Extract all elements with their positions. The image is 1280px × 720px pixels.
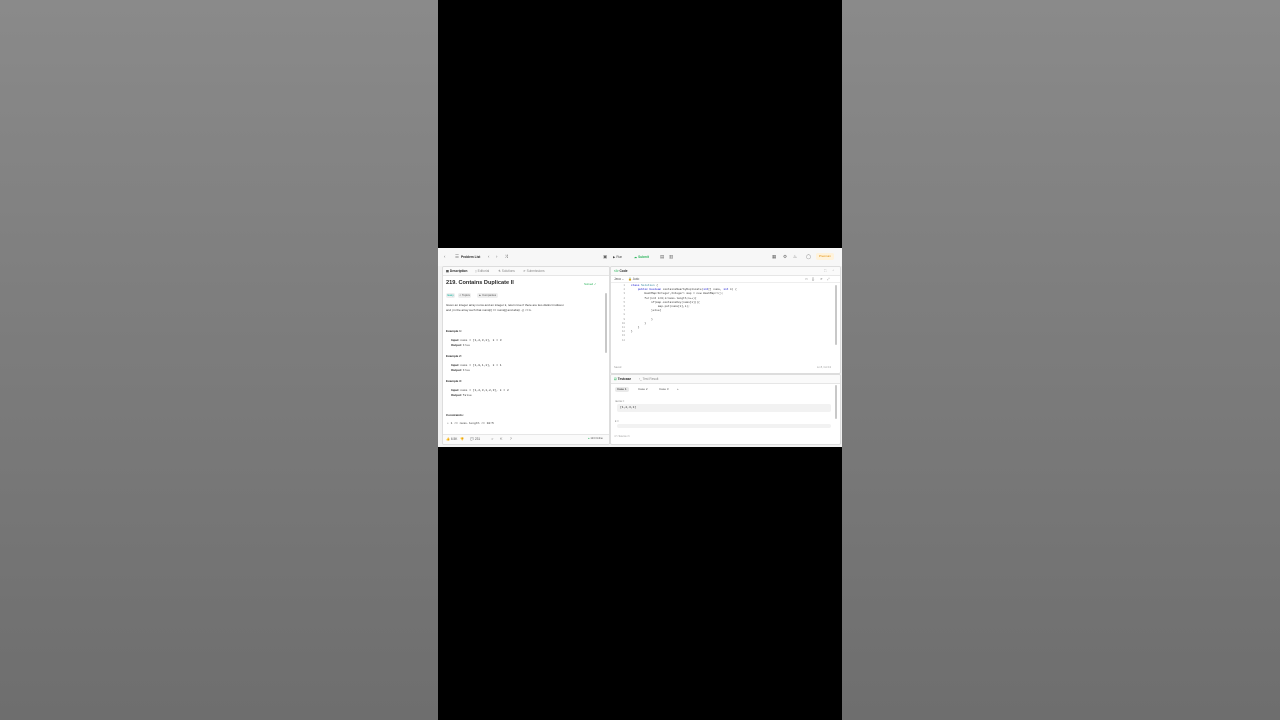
top-bar: ‹ ☰ Problem List ‹ › ⤨ ▣ ▶ Run ☁ Submit …	[438, 248, 842, 266]
avatar-icon[interactable]: ◯	[806, 253, 811, 261]
problem-title: 219. Contains Duplicate II	[446, 280, 514, 286]
example-3-heading: Example 3:	[446, 379, 462, 383]
run-label: Run	[616, 255, 623, 259]
constraint-1: • 1 <= nums.length <= 10^5	[447, 422, 494, 425]
thumbs-up-icon: 👍	[446, 437, 450, 441]
braces-icon[interactable]: {}	[812, 277, 814, 281]
nums-input[interactable]: [1,2,3,1]	[617, 404, 831, 412]
case-3-tab[interactable]: Case 3	[657, 387, 671, 392]
case-1-tab[interactable]: Case 1	[615, 387, 629, 392]
topics-chip[interactable]: ⌂ Topics	[458, 293, 472, 298]
like-button[interactable]: 👍 6.5K	[446, 437, 457, 441]
bracket-icon: ⊡	[627, 435, 630, 438]
description-footer: 👍 6.5K 👎 💬 231 ☆ ⇱ ? ● 123 Online	[443, 434, 609, 444]
online-count: ● 123 Online	[588, 437, 603, 440]
problem-description-line1: Given an integer array nums and an integ…	[446, 303, 565, 307]
case-2-tab[interactable]: Case 2	[636, 387, 650, 392]
settings-gear-icon[interactable]: ⚙	[783, 253, 787, 261]
code-brackets-icon: </>	[614, 435, 618, 438]
help-icon[interactable]: ?	[510, 437, 512, 441]
example-2-heading: Example 2:	[446, 354, 462, 358]
language-select[interactable]: Java ⌄	[614, 277, 624, 281]
streak-fire-icon[interactable]: ♨	[793, 253, 797, 261]
left-tabs: ▤ Description ▯ Editorial ⚗ Solutions ↺ …	[443, 267, 609, 276]
reset-icon[interactable]: ↺	[820, 277, 823, 281]
example-1-output: Output: true	[451, 343, 470, 347]
nums-label: nums =	[615, 399, 625, 403]
grid-layout-icon[interactable]: ▦	[772, 253, 776, 261]
book-icon: ▯	[475, 269, 477, 273]
tab-submissions[interactable]: ↺ Submissions	[523, 269, 545, 273]
tag-icon: ⌂	[459, 293, 462, 297]
run-button[interactable]: ▶ Run	[613, 253, 622, 261]
source-link[interactable]: </> Source ⊡	[614, 435, 630, 438]
k-input[interactable]	[617, 424, 831, 428]
maximize-icon[interactable]: ⛶	[824, 269, 826, 273]
comment-icon: 💬	[470, 437, 474, 441]
add-case-button[interactable]: +	[675, 387, 681, 392]
problem-list-link[interactable]: Problem List	[461, 253, 480, 261]
example-1-input: Input: nums = [1,2,3,1], k = 3	[451, 338, 502, 342]
check-icon: ✓	[594, 282, 597, 286]
description-scrollbar[interactable]	[605, 293, 607, 353]
example-2-output: Output: true	[451, 368, 470, 372]
share-icon[interactable]: ⇱	[500, 437, 503, 441]
tab-code[interactable]: </> Code	[614, 269, 627, 273]
testcase-scrollbar[interactable]	[835, 385, 837, 419]
leetcode-screenshot: ‹ ☰ Problem List ‹ › ⤨ ▣ ▶ Run ☁ Submit …	[438, 248, 842, 447]
constraints-heading: Constraints:	[446, 413, 464, 417]
layout-icon[interactable]: ▥	[669, 253, 673, 261]
fullscreen-icon[interactable]: ⤢	[827, 277, 830, 281]
difficulty-chip[interactable]: Easy	[446, 293, 456, 298]
back-chevron-icon[interactable]: ‹	[444, 253, 445, 261]
code-panel: </> Code ⛶ ⌃ Java ⌄ 🔒 Auto ▭ {} ↺ ⤢ 1 cla…	[610, 266, 841, 374]
lock-icon: 🔒	[628, 276, 632, 281]
solved-badge: Solved ✓	[584, 282, 597, 286]
example-3-output: Output: false	[451, 393, 472, 397]
debug-icon[interactable]: ▣	[603, 253, 607, 261]
history-icon: ↺	[523, 269, 526, 273]
example-1-heading: Example 1:	[446, 329, 462, 333]
code-scrollbar[interactable]	[835, 285, 837, 345]
comments-button[interactable]: 💬 231	[470, 437, 480, 441]
dislike-icon[interactable]: 👎	[460, 437, 464, 441]
companies-chip[interactable]: ▲ Companies	[477, 293, 498, 298]
tab-description[interactable]: ▤ Description	[446, 269, 467, 273]
submit-label: Submit	[638, 255, 649, 259]
list-icon[interactable]: ☰	[455, 253, 459, 261]
tab-testcase[interactable]: ☑ Testcase	[614, 377, 631, 381]
bookmark-icon[interactable]: ▭	[805, 277, 808, 281]
cursor-position: Ln 8, Col 13	[817, 366, 831, 369]
testcase-panel: ☑ Testcase ›_ Test Result Case 1 Case 2 …	[610, 374, 841, 445]
code-brackets-icon: </>	[614, 269, 619, 273]
collapse-icon[interactable]: ⌃	[832, 269, 835, 273]
saved-status: Saved	[614, 366, 622, 369]
example-3-input: Input: nums = [1,2,3,1,2,3], k = 2	[451, 388, 509, 392]
notes-icon[interactable]: ▤	[660, 253, 664, 261]
description-icon: ▤	[446, 269, 450, 273]
description-panel: ▤ Description ▯ Editorial ⚗ Solutions ↺ …	[442, 266, 610, 445]
flask-icon: ⚗	[498, 269, 501, 273]
lock-icon: ▲	[478, 293, 482, 297]
next-problem-icon[interactable]: ›	[496, 253, 497, 261]
k-label: k =	[615, 419, 619, 423]
chevron-down-icon: ⌄	[621, 276, 625, 281]
tab-test-result[interactable]: ›_ Test Result	[639, 377, 658, 381]
test-tabs: ☑ Testcase ›_ Test Result	[611, 375, 840, 384]
shuffle-icon[interactable]: ⤨	[504, 253, 508, 261]
prev-problem-icon[interactable]: ‹	[488, 253, 489, 261]
cloud-upload-icon: ☁	[634, 255, 638, 259]
editor-toolbar: Java ⌄ 🔒 Auto ▭ {} ↺ ⤢	[611, 275, 840, 283]
tab-solutions[interactable]: ⚗ Solutions	[498, 269, 515, 273]
submit-button[interactable]: ☁ Submit	[634, 253, 649, 261]
auto-toggle[interactable]: 🔒 Auto	[628, 277, 639, 281]
terminal-icon: ›_	[639, 377, 642, 381]
premium-badge[interactable]: Premium	[816, 253, 835, 260]
star-icon[interactable]: ☆	[491, 437, 494, 441]
tab-editorial[interactable]: ▯ Editorial	[475, 269, 489, 273]
checkbox-icon: ☑	[614, 377, 617, 381]
code-editor[interactable]: 1 class Solution { 2 public boolean conta…	[611, 283, 840, 365]
example-2-input: Input: nums = [1,0,1,1], k = 1	[451, 363, 502, 367]
problem-description-line2: and j in the array such that nums[i] == …	[446, 308, 532, 312]
